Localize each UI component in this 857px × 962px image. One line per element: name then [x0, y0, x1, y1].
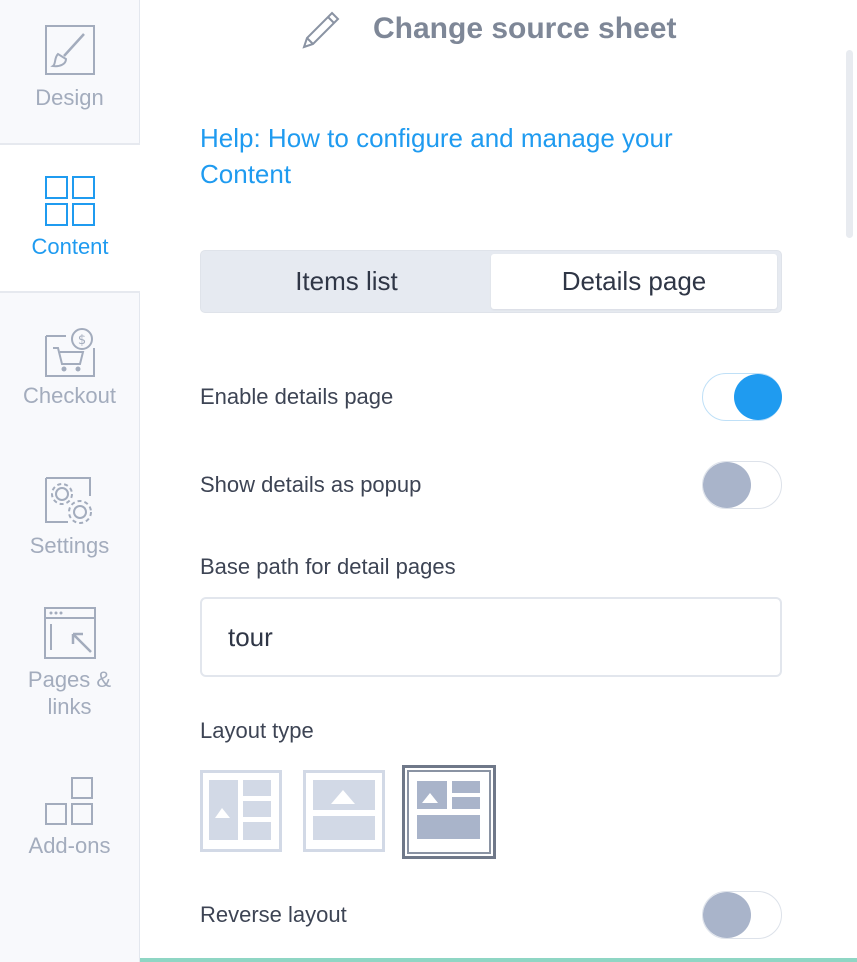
brush-icon: [44, 25, 95, 75]
sidebar-item-label: Pages & links: [27, 667, 112, 719]
toggle-knob: [703, 462, 751, 508]
link-arrow-icon: [43, 607, 96, 659]
content-panel: Change source sheet Help: How to configu…: [140, 0, 857, 962]
sidebar-item-label: Settings: [29, 533, 110, 558]
toggle-knob: [734, 374, 782, 420]
bottom-divider: [140, 958, 857, 962]
sidebar-item-design[interactable]: Design: [0, 0, 139, 143]
tab-items-list[interactable]: Items list: [204, 254, 489, 309]
gears-icon: [44, 477, 92, 524]
pencil-icon[interactable]: [299, 10, 341, 50]
tab-switcher: Items list Details page: [200, 250, 782, 313]
sidebar-item-pages-links[interactable]: Pages & links: [0, 606, 139, 746]
sidebar-item-label: Checkout: [23, 383, 116, 408]
scrollbar[interactable]: [846, 50, 853, 238]
show-popup-label: Show details as popup: [200, 472, 422, 497]
reverse-layout-toggle[interactable]: [702, 891, 782, 939]
reverse-layout-label: Reverse layout: [200, 902, 347, 927]
layout-type-label: Layout type: [200, 718, 314, 743]
show-popup-toggle[interactable]: [702, 461, 782, 509]
sidebar: Design Content $ Checkout Settings Pages…: [0, 0, 140, 962]
sidebar-item-addons[interactable]: Add-ons: [0, 776, 139, 896]
cart-icon: $: [44, 328, 95, 377]
grid-icon: [45, 176, 95, 226]
help-link[interactable]: Help: How to configure and manage your C…: [200, 120, 760, 192]
base-path-label: Base path for detail pages: [200, 554, 456, 579]
layout-image-left-grid-option[interactable]: [402, 765, 496, 859]
toggle-knob: [703, 892, 751, 938]
page-title: Change source sheet: [373, 12, 677, 45]
enable-details-toggle[interactable]: [702, 373, 782, 421]
layout-image-top-option[interactable]: [303, 770, 385, 852]
sidebar-item-label: Add-ons: [28, 833, 111, 858]
addons-icon: [44, 777, 93, 825]
svg-text:$: $: [77, 333, 85, 348]
sidebar-item-content[interactable]: Content: [0, 143, 140, 293]
layout-side-by-side-option[interactable]: [200, 770, 282, 852]
sidebar-item-label: Design: [35, 85, 104, 110]
sidebar-item-settings[interactable]: Settings: [0, 476, 139, 596]
sidebar-item-checkout[interactable]: $ Checkout: [0, 326, 139, 446]
tab-details-page[interactable]: Details page: [491, 254, 777, 309]
base-path-input[interactable]: [200, 597, 782, 677]
sidebar-item-label: Content: [31, 234, 109, 259]
enable-details-label: Enable details page: [200, 384, 394, 409]
